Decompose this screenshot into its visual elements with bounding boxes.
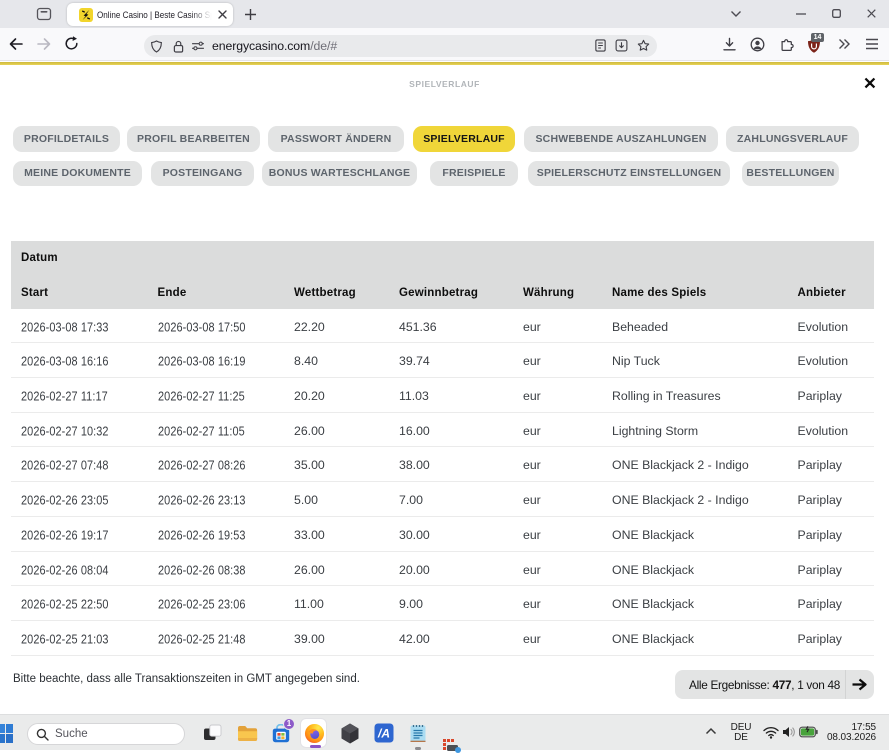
svg-text:/A: /A [377,727,390,741]
